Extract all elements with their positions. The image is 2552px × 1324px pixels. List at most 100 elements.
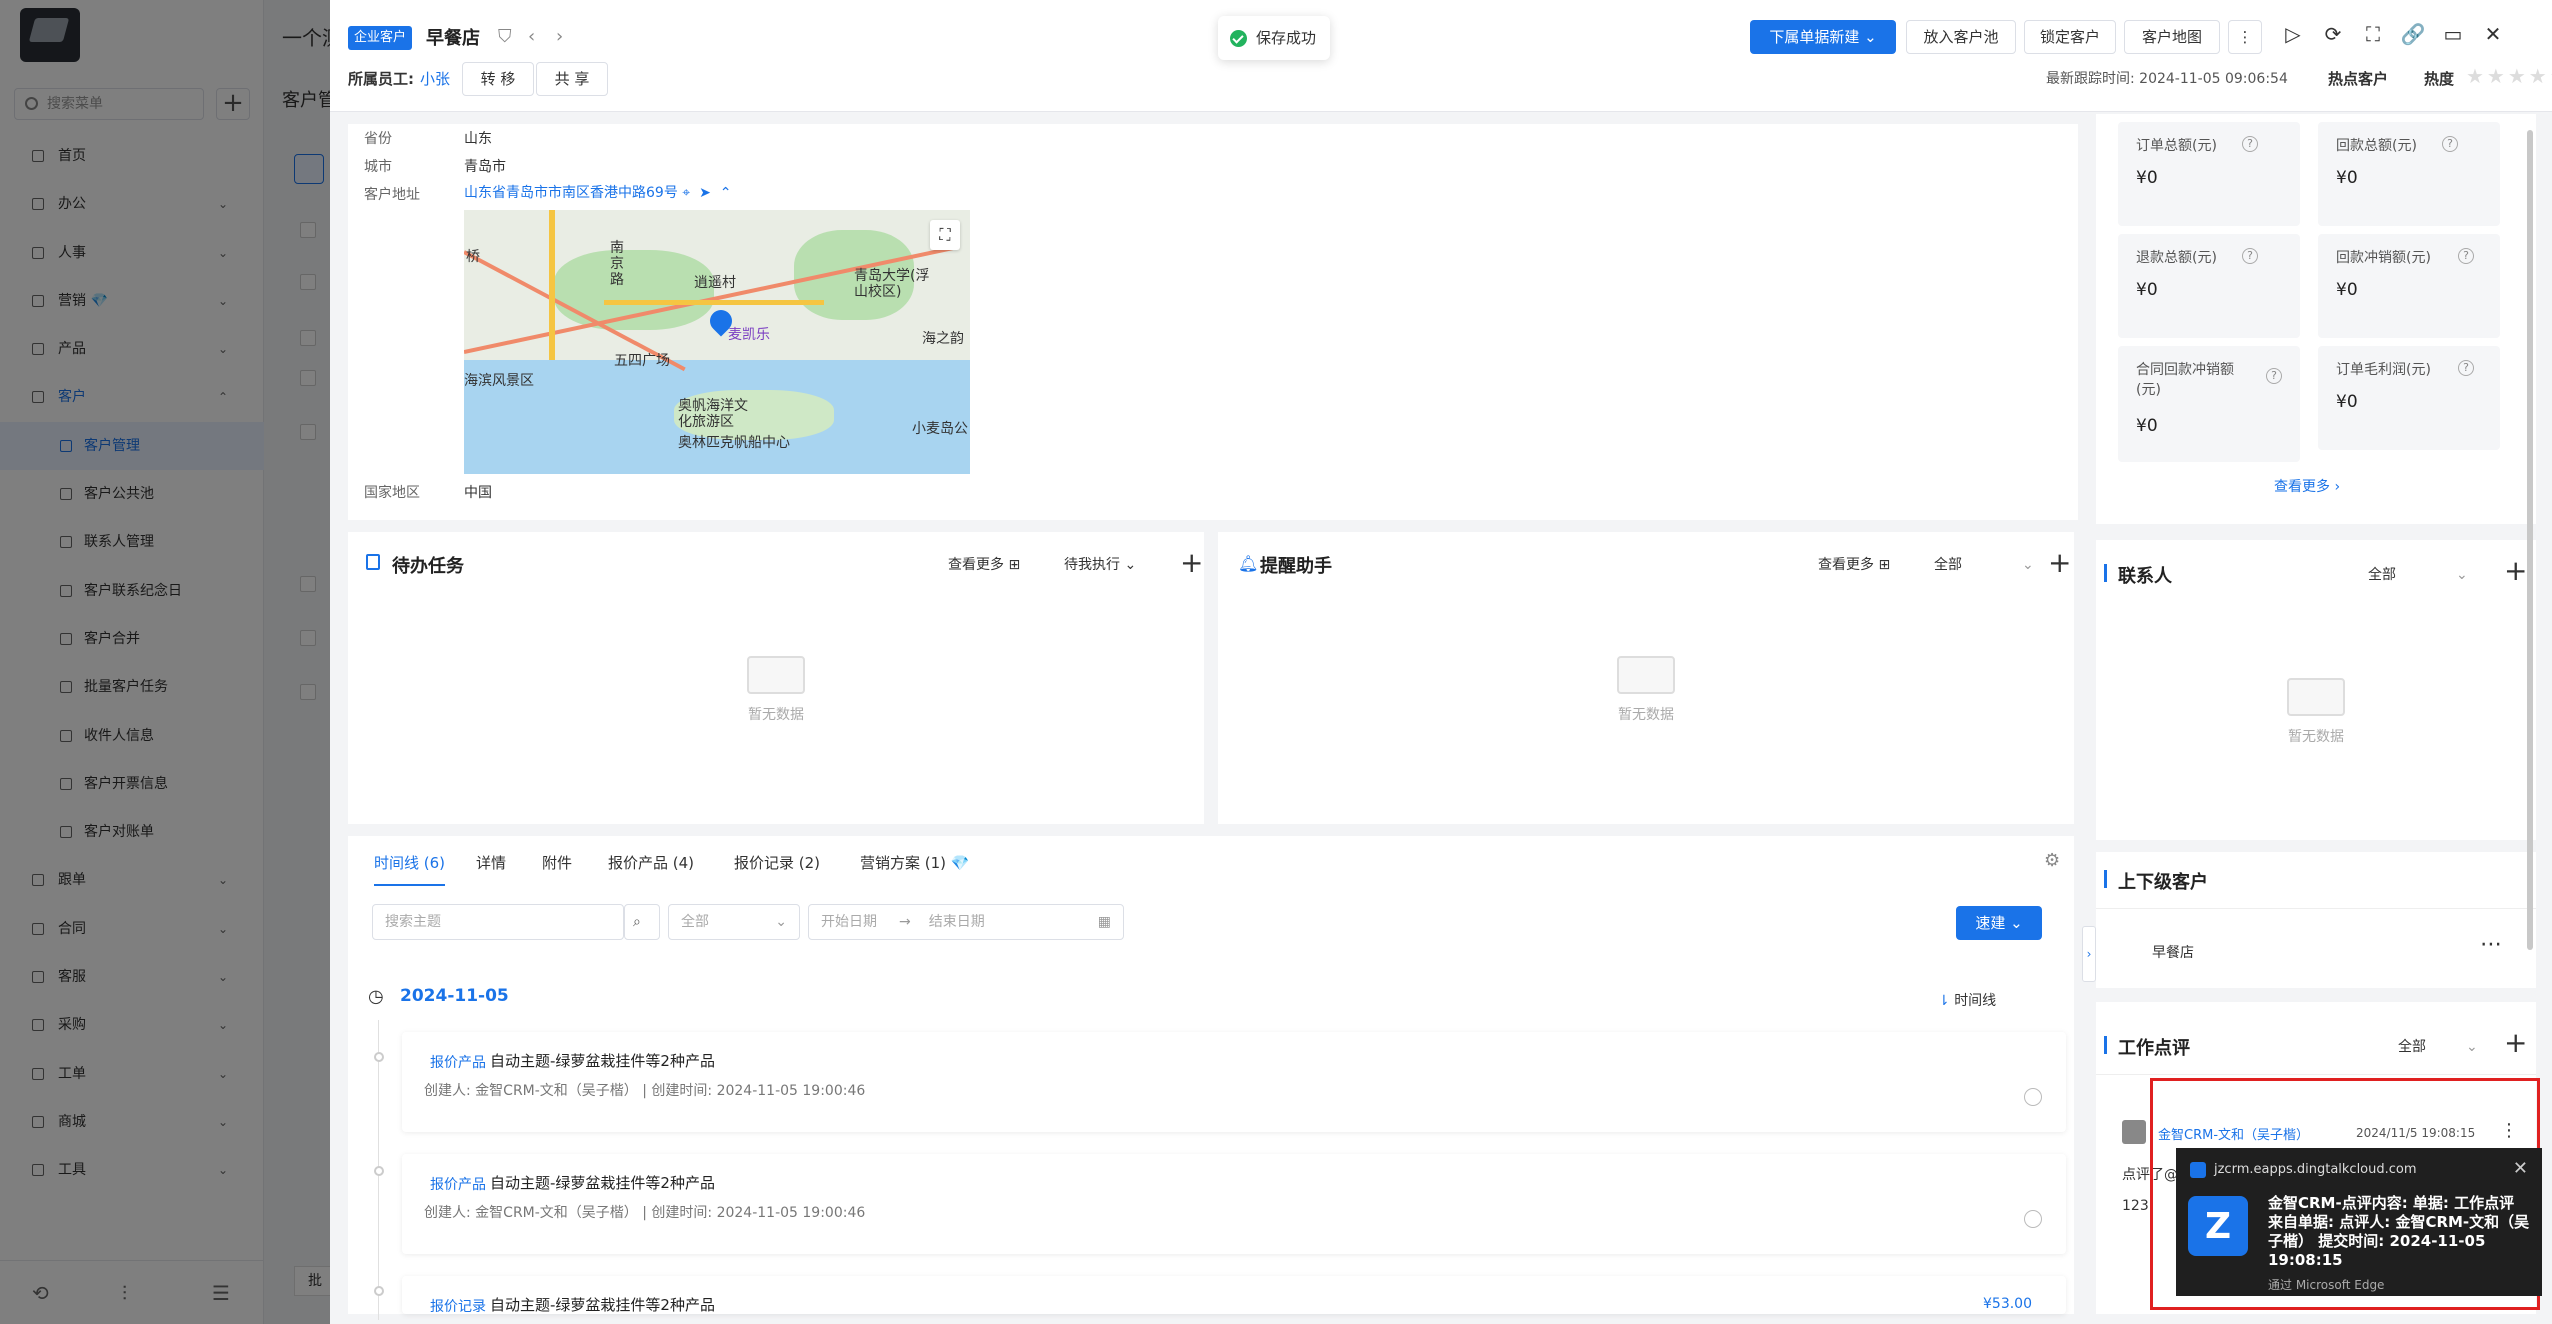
add-reminder-button[interactable]: + [2048,546,2071,579]
timeline-entry[interactable]: 报价产品 自动主题-绿萝盆栽挂件等2种产品 创建人: 金智CRM-文和（吴子楷）… [402,1154,2066,1254]
app-icon [2190,1162,2206,1178]
reminder-panel: 提醒助手 🔔︎ 查看更多 ⊞ 全部 ⌄ + 暂无数据 [1218,532,2074,824]
panel-title: 上下级客户 [2104,868,2208,894]
empty-state: 暂无数据 [2256,678,2376,746]
tab-quote-records[interactable]: 报价记录 (2) [734,852,820,873]
stat-card: 回款冲销额(元)? ¥0 [2318,234,2500,338]
date-range-picker[interactable]: 开始日期 → 结束日期 ▦ [808,904,1124,940]
add-task-button[interactable]: + [1180,546,1203,579]
timeline-dot [374,1286,384,1296]
order-new-dropdown[interactable]: 下属单据新建 ⌄ [1750,20,1896,54]
shield-icon[interactable]: ⛉ [498,26,512,47]
share-button[interactable]: 共 享 [536,62,608,96]
stats-panel: 订单总额(元)? ¥0 回款总额(元)? ¥0 退款总额(元)? ¥0 回款冲销额(元… [2096,114,2536,524]
help-icon[interactable]: ? [2266,368,2282,384]
scrollbar[interactable] [2527,130,2533,950]
stat-card: 订单总额(元)? ¥0 [2118,122,2300,226]
desktop-notification[interactable]: jzcrm.eapps.dingtalkcloud.com ✕ 金智CRM-点评… [2176,1148,2542,1296]
search-icon[interactable]: ⌕ [624,904,660,940]
task-filter-dropdown[interactable]: 待我执行 ⌄ [1064,554,1136,574]
heat-stars[interactable]: ★★★★★ [2466,64,2552,88]
close-icon[interactable]: ✕ [2480,22,2506,46]
navigate-icon[interactable]: ➤ [699,185,711,201]
play-icon[interactable]: ▷ [2280,22,2306,46]
address-map[interactable]: 麦凯乐 逍遥村 青岛大学(浮山校区) 五四广场 海滨风景区 奥帆海洋文化旅游区 … [464,210,970,474]
add-review-button[interactable]: + [2504,1026,2527,1059]
stat-card: 订单毛利润(元)? ¥0 [2318,346,2500,450]
fullscreen-icon[interactable]: ⛶ [2360,22,2386,46]
lock-customer-button[interactable]: 锁定客户 [2024,20,2116,54]
next-icon[interactable]: › [556,26,563,47]
to-pool-button[interactable]: 放入客户池 [1906,20,2016,54]
close-icon[interactable]: ✕ [2513,1158,2528,1179]
hierarchy-item[interactable]: 早餐店 [2152,942,2194,962]
stats-view-more-link[interactable]: 查看更多 › [2274,476,2340,496]
add-contact-button[interactable]: + [2504,554,2527,587]
view-more-link[interactable]: 查看更多 ⊞ [948,554,1020,574]
notification-message: 金智CRM-点评内容: 单据: 工作点评 来自单据: 点评人: 金智CRM-文和… [2268,1194,2530,1269]
customer-map-button[interactable]: 客户地图 [2124,20,2220,54]
timeline-entry[interactable]: 报价记录 自动主题-绿萝盆栽挂件等2种产品 ¥53.00 [402,1276,2066,1315]
type-filter-select[interactable]: 全部 ⌄ [668,904,800,940]
check-icon [1230,30,1247,47]
stat-card: 退款总额(元)? ¥0 [2118,234,2300,338]
review-text: 123 [2122,1198,2149,1214]
contacts-filter-dropdown[interactable]: 全部 ⌄ [2368,564,2468,584]
owner-name-link[interactable]: 小张 [420,70,450,88]
review-filter-dropdown[interactable]: 全部 ⌄ [2398,1036,2478,1056]
timeline-dot [374,1052,384,1062]
notification-source: 通过 Microsoft Edge [2268,1278,2385,1292]
app-logo-icon [2188,1196,2248,1256]
address-link[interactable]: 山东省青岛市市南区香港中路69号 ⌖ ➤ ⌃ [464,182,731,202]
timeline-date: 2024-11-05 [400,986,509,1006]
tab-marketing-plan[interactable]: 营销方案 (1) 💎 [860,852,969,873]
help-icon[interactable]: ? [2242,248,2258,264]
drawer-header: 企业客户 早餐店 ⛉ ‹ › 所属员工: 小张 转 移 共 享 下属单据新建 ⌄ … [330,0,2552,112]
panel-title: 待办任务 [392,556,464,577]
hot-customer-label: 热点客户 [2328,70,2389,88]
tab-timeline[interactable]: 时间线 (6) [374,852,446,886]
refresh-icon[interactable]: ⟳ [2320,22,2346,46]
contacts-panel: 联系人 全部 ⌄ + 暂无数据 [2096,540,2536,840]
reaction-icon[interactable] [2024,1088,2042,1106]
timeline-dot [374,1166,384,1176]
empty-state: 暂无数据 [1586,656,1706,724]
help-icon[interactable]: ? [2242,136,2258,152]
more-actions-button[interactable]: ⋮ [2228,20,2262,54]
quick-new-dropdown[interactable]: 速建 ⌄ [1956,906,2042,940]
stat-card: 回款总额(元)? ¥0 [2318,122,2500,226]
timeline-toggle[interactable]: ⇂ 时间线 [1938,990,1996,1010]
todo-tasks-panel: 待办任务 查看更多 ⊞ 待我执行 ⌄ + 暂无数据 [348,532,1204,824]
view-more-link[interactable]: 查看更多 ⊞ [1818,554,1890,574]
task-icon [366,554,380,570]
help-icon[interactable]: ? [2442,136,2458,152]
bell-icon: 🔔︎ [1238,554,1259,573]
transfer-button[interactable]: 转 移 [462,62,534,96]
panel-title: 联系人 [2104,562,2172,588]
tab-attachments[interactable]: 附件 [542,852,572,873]
settings-icon[interactable]: ⚙ [2044,850,2060,871]
prev-icon[interactable]: ‹ [528,26,535,47]
tab-details[interactable]: 详情 [476,852,506,873]
last-follow-time: 最新跟踪时间: 2024-11-05 09:06:54 [2046,71,2288,87]
timeline-entry[interactable]: 报价产品 自动主题-绿萝盆栽挂件等2种产品 创建人: 金智CRM-文和（吴子楷）… [402,1032,2066,1132]
help-icon[interactable]: ? [2458,248,2474,264]
reminder-filter-dropdown[interactable]: 全部 ⌄ [1934,554,2034,574]
notification-domain: jzcrm.eapps.dingtalkcloud.com [2214,1162,2417,1177]
empty-state: 暂无数据 [716,656,836,724]
hierarchy-panel: 上下级客户 早餐店 ⋯ [2096,852,2536,988]
more-icon[interactable]: ⋯ [2480,932,2502,957]
link-icon[interactable]: 🔗 [2400,22,2426,46]
reaction-icon[interactable] [2024,1210,2042,1228]
panel-title: 工作点评 [2104,1034,2190,1060]
stat-card: 合同回款冲销额(元)? ¥0 [2118,346,2300,462]
tab-quote-products[interactable]: 报价产品 (4) [608,852,694,873]
panel-title: 提醒助手 [1260,556,1332,577]
subject-search-input[interactable]: 搜索主题 [372,904,624,940]
map-fullscreen-icon[interactable]: ⛶ [930,220,960,250]
calendar-icon: ▦ [1097,914,1111,930]
dock-icon[interactable]: ▭ [2440,22,2466,46]
collapse-right-panel-handle[interactable]: › [2082,926,2096,982]
chevron-up-icon[interactable]: ⌃ [720,185,732,201]
help-icon[interactable]: ? [2458,360,2474,376]
